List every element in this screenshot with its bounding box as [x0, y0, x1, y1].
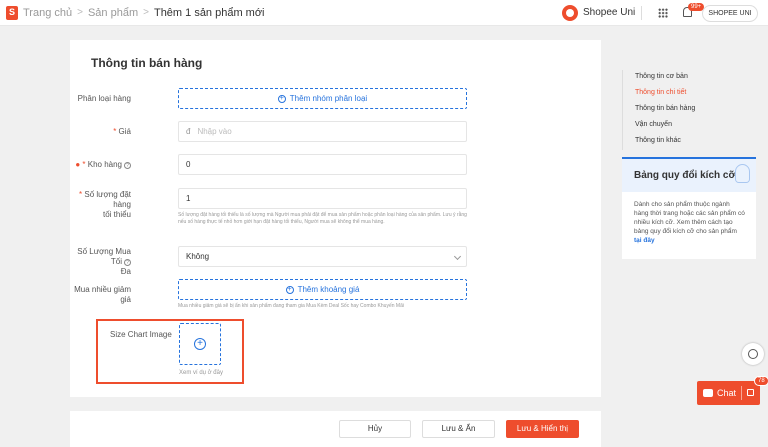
user-menu-button[interactable]: SHOPEE UNI — [702, 5, 758, 22]
divider — [741, 386, 742, 400]
top-bar: Trang chủ > Sản phẩm > Thêm 1 sản phẩm m… — [0, 0, 768, 26]
chat-unread-badge: 78 — [754, 376, 768, 386]
min-qty-input[interactable]: 1 — [178, 188, 467, 209]
chevron-down-icon — [453, 252, 462, 261]
breadcrumb-products[interactable]: Sản phẩm — [88, 7, 138, 19]
min-qty-label: * Số lượng đặt hàng tối thiểu — [79, 190, 131, 219]
section-title: Thông tin bán hàng — [91, 56, 203, 70]
wholesale-help: Mua nhiều giảm giá sẽ bị ẩn khi sản phẩm… — [178, 303, 404, 309]
chat-button[interactable]: Chat — [697, 381, 760, 405]
currency-symbol: đ — [186, 127, 191, 136]
min-qty-help: Số lượng đặt hàng tối thiểu là số lượng … — [178, 212, 467, 225]
max-qty-value: Không — [186, 252, 210, 261]
cancel-button[interactable]: Hủy — [339, 420, 411, 438]
size-chart-guide-title: Bảng quy đổi kích cỡ — [634, 170, 736, 181]
size-chart-upload[interactable]: + — [179, 323, 221, 365]
minimize-icon[interactable] — [747, 389, 754, 396]
nav-shipping[interactable]: Vận chuyển — [635, 118, 695, 134]
nav-detail-info[interactable]: Thông tin chi tiết — [635, 86, 695, 102]
breadcrumb-home[interactable]: Trang chủ — [23, 7, 72, 19]
lightbulb-icon — [735, 164, 750, 183]
size-chart-guide-body: Dành cho sản phẩm thuộc ngành hàng thời … — [634, 201, 745, 244]
size-chart-guide-card: Bảng quy đổi kích cỡ Dành cho sản phẩm t… — [622, 157, 756, 259]
shop-avatar-icon[interactable] — [562, 5, 578, 21]
add-variation-label: Thêm nhóm phân loại — [289, 94, 368, 103]
headset-icon[interactable] — [742, 343, 764, 365]
shopee-logo-icon[interactable] — [6, 5, 18, 20]
size-chart-guide-link[interactable]: tại đây — [634, 237, 655, 244]
save-hide-button[interactable]: Lưu & Ẩn — [422, 420, 495, 438]
apps-grid-icon[interactable] — [658, 8, 668, 18]
max-qty-select[interactable]: Không — [178, 246, 467, 267]
size-chart-example-link[interactable]: Xem ví dụ ở đây — [179, 370, 223, 376]
sales-info-card: Thông tin bán hàng Phân loại hàng + Thêm… — [70, 40, 601, 397]
nav-other-info[interactable]: Thông tin khác — [635, 134, 695, 150]
chevron-right-icon: > — [143, 7, 149, 18]
add-price-tier-label: Thêm khoảng giá — [297, 285, 360, 294]
shop-name[interactable]: Shopee Uni — [583, 7, 635, 18]
save-show-button[interactable]: Lưu & Hiển thị — [506, 420, 579, 438]
plus-circle-icon: + — [194, 338, 206, 350]
plus-circle-icon: + — [277, 94, 286, 103]
price-input[interactable]: đ Nhập vào — [178, 121, 467, 142]
nav-sales-info[interactable]: Thông tin bán hàng — [635, 102, 695, 118]
price-placeholder: Nhập vào — [197, 127, 232, 136]
chevron-right-icon: > — [77, 7, 83, 18]
breadcrumb-current: Thêm 1 sản phẩm mới — [153, 6, 265, 19]
add-price-tier-button[interactable]: + Thêm khoảng giá — [178, 279, 467, 300]
chat-bubble-icon — [703, 389, 713, 397]
plus-circle-icon: + — [285, 285, 294, 294]
nav-basic-info[interactable]: Thông tin cơ bản — [635, 70, 695, 86]
stock-value: 0 — [186, 160, 191, 169]
divider — [641, 6, 642, 20]
question-icon: ? — [124, 259, 131, 266]
question-icon: ? — [124, 162, 131, 169]
size-chart-label: Size Chart Image — [110, 330, 172, 339]
add-variation-button[interactable]: + Thêm nhóm phân loại — [178, 88, 467, 109]
action-bar: Hủy Lưu & Ẩn Lưu & Hiển thị — [70, 411, 601, 447]
chat-label: Chat — [717, 388, 737, 398]
stock-input[interactable]: 0 — [178, 154, 467, 175]
variation-label: Phân loại hàng — [77, 94, 131, 103]
min-qty-value: 1 — [186, 194, 191, 203]
stock-label: ● * Kho hàng? — [75, 160, 131, 170]
wholesale-label: Mua nhiều giảm giá — [74, 285, 131, 304]
size-chart-highlight: Size Chart Image + Xem ví dụ ở đây — [96, 319, 244, 384]
size-chart-guide-header: Bảng quy đổi kích cỡ — [622, 159, 756, 192]
price-label: * Giá — [113, 127, 131, 136]
max-qty-label: Số Lượng Mua Tối? Đa — [77, 247, 131, 276]
section-nav: Thông tin cơ bản Thông tin chi tiết Thôn… — [622, 70, 695, 150]
